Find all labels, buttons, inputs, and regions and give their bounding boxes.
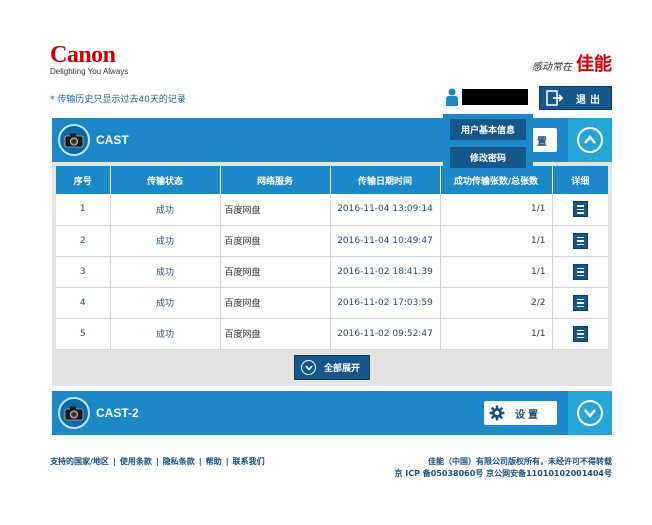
header-status: 传输状态 <box>110 166 221 194</box>
panel-title: CAST <box>96 133 129 147</box>
menu-item-user-info[interactable]: 用户基本信息 <box>450 119 526 140</box>
cell-count: 1/1 <box>440 318 553 350</box>
header-no: 序号 <box>56 166 111 194</box>
logout-button[interactable]: 退出 <box>539 86 612 110</box>
collapse-toggle-button[interactable] <box>568 118 612 162</box>
footer-link-regions[interactable]: 支持的国家/地区 <box>50 457 109 466</box>
cell-no: 1 <box>56 194 111 226</box>
table-row: 3 成功 百度网盘 2016-11-02 18:41:39 1/1 <box>56 256 608 288</box>
panel-cast-body: 序号 传输状态 网络服务 传输日期时间 成功传输张数/总张数 详细 1 成功 百… <box>52 162 612 386</box>
cell-status: 成功 <box>110 256 221 288</box>
header-datetime: 传输日期时间 <box>330 166 441 194</box>
cell-datetime: 2016-11-04 10:49:47 <box>330 225 441 257</box>
cell-datetime: 2016-11-02 18:41:39 <box>330 256 441 288</box>
cell-count: 1/1 <box>440 194 553 226</box>
user-icon[interactable] <box>445 88 459 106</box>
logo-tagline: Delighting You Always <box>50 67 129 76</box>
chevron-down-icon <box>577 400 603 426</box>
cell-status: 成功 <box>110 194 221 226</box>
cell-detail <box>552 256 608 288</box>
cell-datetime: 2016-11-02 17:03:59 <box>330 287 441 319</box>
table-row: 5 成功 百度网盘 2016-11-02 09:52:47 1/1 <box>56 318 608 350</box>
history-notice: * 传输历史只显示过去40天的记录 <box>50 95 186 105</box>
footer-link-privacy[interactable]: 隐私条款 <box>163 457 195 466</box>
header-detail: 详细 <box>552 166 608 194</box>
user-name-redacted[interactable] <box>462 89 528 105</box>
cell-detail <box>552 318 608 350</box>
settings-button[interactable]: 设置 <box>484 401 557 425</box>
cell-datetime: 2016-11-04 13:09:14 <box>330 194 441 226</box>
cell-count: 1/1 <box>440 225 553 257</box>
settings-label: 设置 <box>515 409 541 421</box>
copyright-line2: 京 ICP 备05038060号 京公网安备110101020014​04号 <box>394 469 612 478</box>
cell-detail <box>552 287 608 319</box>
cell-service: 百度网盘 <box>220 318 331 350</box>
cell-service: 百度网盘 <box>220 225 331 257</box>
list-detail-icon[interactable] <box>572 232 588 249</box>
table-row: 1 成功 百度网盘 2016-11-04 13:09:14 1/1 <box>56 194 608 226</box>
gear-icon <box>489 405 505 421</box>
transfer-history-table: 序号 传输状态 网络服务 传输日期时间 成功传输张数/总张数 详细 1 成功 百… <box>56 166 608 350</box>
cell-status: 成功 <box>110 225 221 257</box>
menu-item-change-password[interactable]: 修改密码 <box>450 147 526 168</box>
list-detail-icon[interactable] <box>572 201 588 218</box>
cell-detail <box>552 194 608 226</box>
cell-status: 成功 <box>110 318 221 350</box>
logout-label: 退出 <box>576 94 604 106</box>
cell-no: 5 <box>56 318 111 350</box>
cell-status: 成功 <box>110 287 221 319</box>
chevron-up-icon <box>577 127 603 153</box>
camera-icon <box>58 124 90 156</box>
cell-no: 2 <box>56 225 111 257</box>
list-detail-icon[interactable] <box>572 325 588 342</box>
expand-all-label: 全部展开 <box>324 364 361 374</box>
cell-service: 百度网盘 <box>220 256 331 288</box>
cell-datetime: 2016-11-02 09:52:47 <box>330 318 441 350</box>
user-menu-dropdown: 用户基本信息 修改密码 <box>443 114 533 174</box>
footer-links: 支持的国家/地区 | 使用条款 | 隐私条款 | 帮助 | 联系我们 <box>50 457 265 466</box>
cell-service: 百度网盘 <box>220 194 331 226</box>
chevron-down-icon <box>301 360 316 375</box>
cell-no: 3 <box>56 256 111 288</box>
slogan-script: 感动常在 <box>532 62 572 73</box>
footer-link-help[interactable]: 帮助 <box>206 457 222 466</box>
cell-no: 4 <box>56 287 111 319</box>
header-service: 网络服务 <box>220 166 331 194</box>
cell-count: 1/1 <box>440 256 553 288</box>
logout-icon <box>544 89 566 107</box>
table-row: 4 成功 百度网盘 2016-11-02 17:03:59 2/2 <box>56 287 608 319</box>
camera-icon <box>58 397 90 429</box>
cell-detail <box>552 225 608 257</box>
table-row: 2 成功 百度网盘 2016-11-04 10:49:47 1/1 <box>56 225 608 257</box>
canon-logo[interactable]: Canon Delighting You Always <box>50 42 129 76</box>
expand-toggle-button[interactable] <box>568 391 612 435</box>
list-detail-icon[interactable] <box>572 263 588 280</box>
panel-title: CAST-2 <box>96 406 139 420</box>
logo-wordmark: Canon <box>50 42 116 68</box>
settings-label: 置 <box>537 136 547 148</box>
expand-all-button[interactable]: 全部展开 <box>294 355 370 380</box>
slogan-brand: 佳能 <box>576 54 612 75</box>
copyright-line1: 佳能（中国）有限公司版权所有，未经许可不得转载 <box>428 457 612 466</box>
cell-service: 百度网盘 <box>220 287 331 319</box>
footer-link-terms[interactable]: 使用条款 <box>120 457 152 466</box>
cell-count: 2/2 <box>440 287 553 319</box>
footer-link-contact[interactable]: 联系我们 <box>233 457 265 466</box>
copyright: 佳能（中国）有限公司版权所有，未经许可不得转载 京 ICP 备05038060号… <box>394 456 612 480</box>
list-detail-icon[interactable] <box>572 294 588 311</box>
brand-slogan: 感动常在 佳能 <box>532 50 612 76</box>
